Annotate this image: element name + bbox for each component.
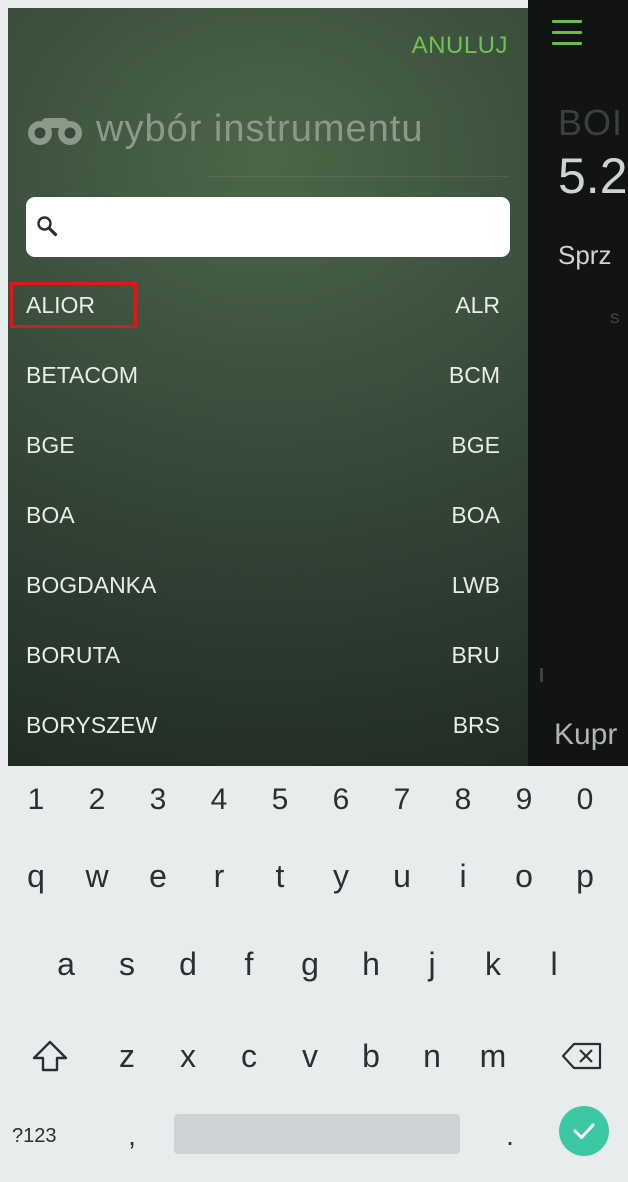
- soft-keyboard: 1 2 3 4 5 6 7 8 9 0 q w e r t y u i o p …: [0, 766, 628, 1182]
- instrument-list: ALIOR ALR BETACOM BCM BGE BGE BOA BOA BO…: [8, 270, 528, 760]
- key-5[interactable]: 5: [252, 770, 308, 830]
- key-a[interactable]: a: [38, 934, 94, 994]
- instrument-row[interactable]: BORUTA BRU: [8, 620, 528, 690]
- instrument-code: BCM: [448, 361, 500, 388]
- shift-icon[interactable]: [28, 1038, 72, 1074]
- done-button[interactable]: [559, 1106, 609, 1156]
- search-input[interactable]: [72, 207, 496, 249]
- key-f[interactable]: f: [221, 934, 277, 994]
- instrument-row[interactable]: ALIOR ALR: [8, 270, 528, 340]
- key-g[interactable]: g: [282, 934, 338, 994]
- key-comma[interactable]: ,: [112, 1106, 152, 1166]
- search-icon: [37, 216, 58, 237]
- key-x[interactable]: x: [160, 1026, 216, 1086]
- key-w[interactable]: w: [69, 846, 125, 906]
- instrument-code: BGE: [451, 431, 500, 458]
- key-m[interactable]: m: [465, 1026, 521, 1086]
- key-t[interactable]: t: [252, 846, 308, 906]
- key-u[interactable]: u: [374, 846, 430, 906]
- space-bar[interactable]: [174, 1114, 460, 1154]
- key-8[interactable]: 8: [435, 770, 491, 830]
- key-7[interactable]: 7: [374, 770, 430, 830]
- keyboard-row-4: ?123 , .: [0, 1106, 628, 1166]
- key-y[interactable]: y: [313, 846, 369, 906]
- instrument-code: BRS: [452, 711, 500, 738]
- key-v[interactable]: v: [282, 1026, 338, 1086]
- instrument-title: BOI: [558, 102, 624, 143]
- instrument-name: BOA: [26, 501, 75, 528]
- hamburger-menu-icon[interactable]: [552, 20, 582, 46]
- instrument-name: BORUTA: [26, 641, 121, 668]
- instrument-name: BOGDANKA: [26, 571, 157, 598]
- keyboard-number-row: 1 2 3 4 5 6 7 8 9 0: [0, 770, 628, 830]
- key-6[interactable]: 6: [313, 770, 369, 830]
- keyboard-row-1: q w e r t y u i o p: [0, 846, 628, 906]
- key-q[interactable]: q: [8, 846, 64, 906]
- keyboard-row-2: a s d f g h j k l: [0, 934, 628, 994]
- binoculars-icon: [28, 117, 82, 145]
- instrument-row[interactable]: BETACOM BCM: [8, 340, 528, 410]
- background-app: BOI 5.2 Sprz S Kupr: [528, 0, 628, 766]
- cancel-button[interactable]: ANULUJ: [412, 32, 508, 60]
- key-z[interactable]: z: [99, 1026, 155, 1086]
- symbols-mode-key[interactable]: ?123: [12, 1106, 57, 1166]
- buy-button[interactable]: Kupr: [554, 718, 617, 752]
- key-d[interactable]: d: [160, 934, 216, 994]
- key-k[interactable]: k: [465, 934, 521, 994]
- key-o[interactable]: o: [496, 846, 552, 906]
- instrument-picker-drawer: ANULUJ wybór instrumentu ALIOR ALR BETAC…: [8, 8, 528, 766]
- checkmark-icon: [573, 1123, 595, 1139]
- key-3[interactable]: 3: [130, 770, 186, 830]
- drawer-header: wybór instrumentu: [26, 108, 423, 151]
- instrument-price: 5.2: [558, 148, 628, 204]
- instrument-code: BOA: [451, 501, 500, 528]
- sell-label: Sprz: [558, 240, 612, 270]
- key-c[interactable]: c: [221, 1026, 277, 1086]
- instrument-row[interactable]: BOGDANKA LWB: [8, 550, 528, 620]
- highlight-box: [10, 282, 137, 328]
- instrument-name: BGE: [26, 431, 75, 458]
- instrument-code: ALR: [455, 291, 500, 318]
- instrument-row[interactable]: BOA BOA: [8, 480, 528, 550]
- key-b[interactable]: b: [343, 1026, 399, 1086]
- header-divider: [208, 176, 508, 177]
- key-p[interactable]: p: [557, 846, 613, 906]
- key-0[interactable]: 0: [557, 770, 613, 830]
- instrument-code: LWB: [451, 571, 500, 598]
- backspace-icon[interactable]: [560, 1038, 604, 1074]
- key-e[interactable]: e: [130, 846, 186, 906]
- keyboard-row-3: z x c v b n m: [0, 1026, 628, 1086]
- key-s[interactable]: s: [99, 934, 155, 994]
- key-j[interactable]: j: [404, 934, 460, 994]
- instrument-code: BRU: [451, 641, 500, 668]
- key-l[interactable]: l: [526, 934, 582, 994]
- instrument-name: BETACOM: [26, 361, 139, 388]
- chart-tick: [540, 668, 543, 682]
- search-box[interactable]: [26, 197, 510, 257]
- key-n[interactable]: n: [404, 1026, 460, 1086]
- drawer-title: wybór instrumentu: [96, 108, 424, 150]
- key-i[interactable]: i: [435, 846, 491, 906]
- key-r[interactable]: r: [191, 846, 247, 906]
- key-4[interactable]: 4: [191, 770, 247, 830]
- key-2[interactable]: 2: [69, 770, 125, 830]
- instrument-row[interactable]: BGE BGE: [8, 410, 528, 480]
- key-1[interactable]: 1: [8, 770, 64, 830]
- key-h[interactable]: h: [343, 934, 399, 994]
- key-period[interactable]: .: [490, 1106, 530, 1166]
- small-label: S: [610, 310, 620, 326]
- instrument-row[interactable]: BORYSZEW BRS: [8, 690, 528, 760]
- instrument-name: BORYSZEW: [26, 711, 158, 738]
- key-9[interactable]: 9: [496, 770, 552, 830]
